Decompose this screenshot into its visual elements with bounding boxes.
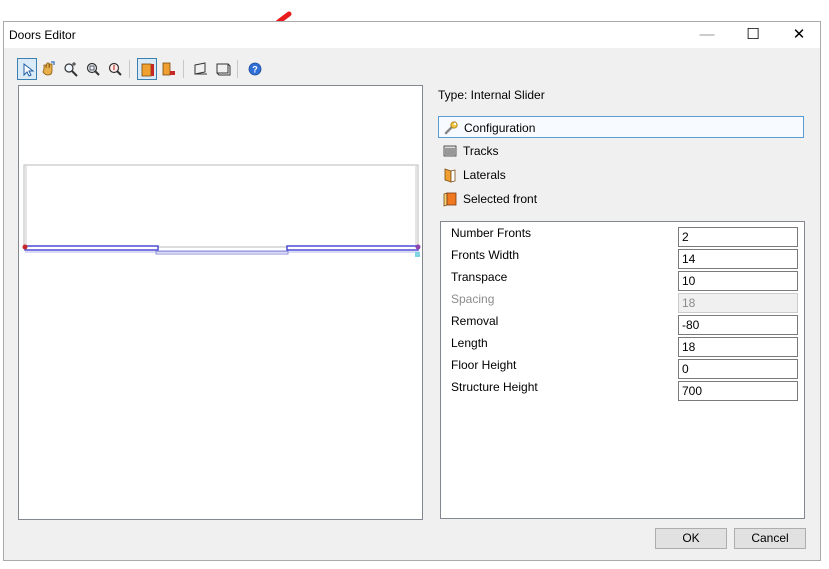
zoom-in-button[interactable] bbox=[61, 58, 81, 80]
property-label: Removal bbox=[451, 314, 499, 328]
toolbar-separator bbox=[183, 60, 184, 78]
selected-front-icon bbox=[443, 192, 457, 207]
zoom-in-icon bbox=[64, 62, 78, 77]
tracks-icon bbox=[443, 145, 457, 157]
property-label: Number Fronts bbox=[451, 226, 532, 240]
category-laterals[interactable]: Laterals bbox=[438, 164, 804, 186]
help-icon: ? bbox=[248, 62, 262, 76]
left-lateral-marker bbox=[22, 244, 28, 250]
perspective-left-icon bbox=[194, 62, 207, 75]
property-row-fronts-width: Fronts Width bbox=[441, 244, 804, 269]
help-button[interactable]: ? bbox=[245, 58, 265, 80]
window-title: Doors Editor bbox=[9, 28, 76, 42]
category-label: Laterals bbox=[463, 168, 506, 182]
property-row-removal: Removal bbox=[441, 310, 804, 335]
type-label: Type: Internal Slider bbox=[438, 88, 545, 102]
left-door-front[interactable] bbox=[24, 245, 159, 251]
center-track bbox=[155, 250, 289, 255]
property-label: Floor Height bbox=[451, 358, 517, 372]
toolbar: ? bbox=[17, 58, 277, 82]
property-grid: Number Fronts Fronts Width Transpace Spa… bbox=[440, 221, 805, 519]
property-label: Spacing bbox=[451, 292, 495, 306]
door-drawing bbox=[22, 164, 421, 257]
property-label: Transpace bbox=[451, 270, 508, 284]
property-label: Structure Height bbox=[451, 380, 538, 394]
category-label: Configuration bbox=[464, 121, 536, 135]
category-configuration[interactable]: Configuration bbox=[438, 116, 804, 138]
perspective-right-icon bbox=[216, 63, 231, 76]
front-view-button[interactable] bbox=[137, 58, 157, 80]
svg-text:?: ? bbox=[252, 65, 258, 75]
property-row-spacing: Spacing bbox=[441, 288, 804, 313]
toolbar-separator bbox=[237, 60, 238, 78]
category-label: Tracks bbox=[463, 144, 499, 158]
property-row-transpace: Transpace bbox=[441, 266, 804, 291]
close-button[interactable]: ✕ bbox=[776, 22, 822, 48]
front-view-icon bbox=[141, 63, 154, 77]
toolbar-separator bbox=[129, 60, 130, 78]
select-tool-button[interactable] bbox=[17, 58, 37, 80]
category-label: Selected front bbox=[463, 192, 538, 206]
side-view-icon bbox=[162, 62, 175, 76]
property-row-length: Length bbox=[441, 332, 804, 357]
property-row-number-fronts: Number Fronts bbox=[441, 222, 804, 247]
laterals-icon bbox=[444, 168, 456, 183]
property-label: Fronts Width bbox=[451, 248, 520, 262]
right-end-marker bbox=[415, 252, 420, 257]
property-row-structure-height: Structure Height bbox=[441, 376, 804, 401]
perspective-left-button[interactable] bbox=[191, 58, 211, 80]
structure-height-input[interactable] bbox=[678, 381, 798, 401]
pan-tool-button[interactable] bbox=[38, 58, 58, 80]
zoom-out-icon bbox=[108, 62, 122, 76]
maximize-button[interactable]: ☐ bbox=[730, 22, 776, 48]
zoom-extents-icon bbox=[86, 62, 100, 76]
right-lateral-marker bbox=[415, 244, 421, 250]
door-preview-canvas[interactable] bbox=[18, 85, 423, 520]
right-door-front[interactable] bbox=[286, 245, 419, 251]
doors-editor-window: Doors Editor — ☐ ✕ ? Type: Internal Slid… bbox=[3, 21, 821, 561]
property-row-floor-height: Floor Height bbox=[441, 354, 804, 379]
zoom-extents-button[interactable] bbox=[83, 58, 103, 80]
minimize-button[interactable]: — bbox=[684, 22, 730, 48]
title-bar: Doors Editor — ☐ ✕ bbox=[4, 22, 820, 48]
category-tracks[interactable]: Tracks bbox=[438, 140, 804, 162]
select-pointer-icon bbox=[23, 62, 35, 77]
side-view-button[interactable] bbox=[159, 58, 179, 80]
wrench-icon bbox=[444, 121, 458, 135]
ok-button[interactable]: OK bbox=[655, 528, 727, 549]
perspective-right-button[interactable] bbox=[213, 58, 233, 80]
pan-hand-icon bbox=[42, 61, 55, 76]
category-selected-front[interactable]: Selected front bbox=[438, 188, 804, 210]
property-label: Length bbox=[451, 336, 488, 350]
cancel-button[interactable]: Cancel bbox=[734, 528, 806, 549]
zoom-out-button[interactable] bbox=[105, 58, 125, 80]
